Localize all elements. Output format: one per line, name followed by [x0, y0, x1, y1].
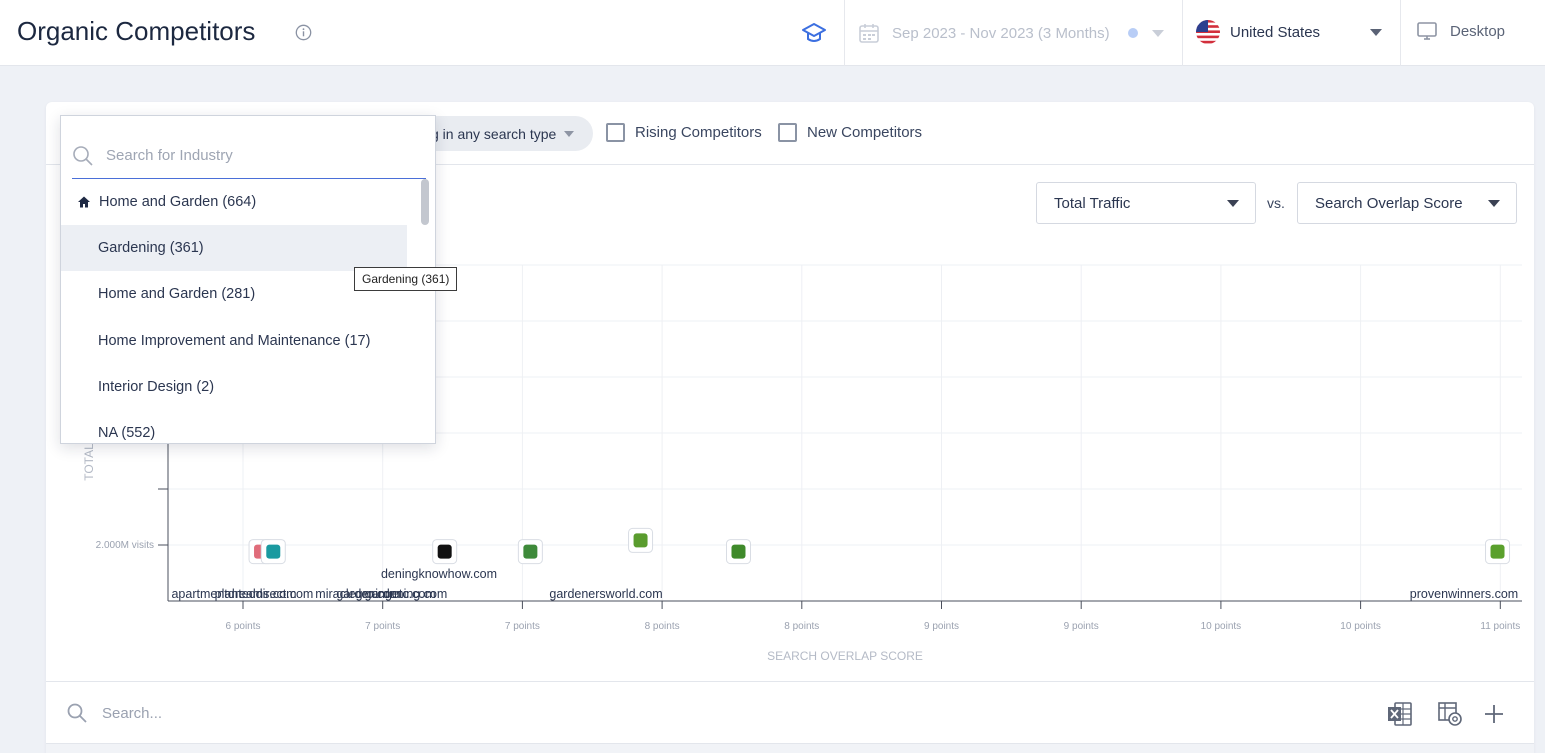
table-settings-icon[interactable]: [1436, 700, 1464, 728]
y-tick-label: 2.000M visits: [96, 540, 154, 551]
dropdown-item-home-improvement[interactable]: Home Improvement and Maintenance (17): [61, 318, 407, 364]
point-favicon: [437, 544, 452, 559]
point-favicon: [266, 544, 281, 559]
x-tick-label: 10 points: [1340, 621, 1381, 632]
chevron-down-icon: [1370, 28, 1382, 36]
industry-search-placeholder: Search for Industry: [106, 147, 233, 164]
status-dot: [1127, 28, 1138, 38]
point-label: deningknowhow.com: [381, 567, 497, 581]
x-tick-label: 10 points: [1201, 621, 1242, 632]
x-tick-label: 9 points: [1064, 621, 1099, 632]
country-label: United States: [1230, 23, 1321, 41]
dropdown-item-label: NA (552): [98, 425, 156, 441]
point-label: gardening.com: [365, 587, 448, 601]
point-label: planteddirect.com: [215, 587, 314, 601]
x-tick-label: 9 points: [924, 621, 959, 632]
x-tick-label: 7 points: [365, 621, 400, 632]
chevron-down-icon: [1151, 29, 1164, 37]
divider: [844, 0, 845, 66]
point-favicon: [523, 544, 538, 559]
point-favicon: [633, 533, 648, 548]
dropdown-item-na[interactable]: NA (552): [61, 410, 407, 443]
x-tick-label: 8 points: [784, 621, 819, 632]
x-tick-label: 11 points: [1480, 621, 1520, 632]
excel-export-icon[interactable]: [1386, 700, 1414, 728]
search-icon: [67, 703, 87, 723]
device-selector[interactable]: Desktop: [1416, 20, 1505, 42]
country-selector[interactable]: United States: [1196, 20, 1382, 44]
info-icon[interactable]: [295, 24, 312, 41]
dropdown-item-label: Home and Garden (664): [99, 194, 257, 210]
table-header: [46, 743, 1534, 753]
date-range-label: Sep 2023 - Nov 2023 (3 Months): [892, 24, 1110, 42]
desktop-icon: [1417, 22, 1437, 40]
device-label: Desktop: [1450, 22, 1506, 40]
table-search[interactable]: Search...: [66, 702, 162, 724]
dropdown-item-interior-design[interactable]: Interior Design (2): [61, 364, 407, 410]
page-title: Organic Competitors: [17, 16, 256, 46]
scrollbar-thumb[interactable]: [421, 179, 429, 225]
industry-search[interactable]: Search for Industry: [72, 133, 426, 179]
dropdown-item-gardening[interactable]: Gardening (361): [61, 225, 407, 271]
table-toolbar: Search...: [46, 681, 1534, 743]
table-search-placeholder: Search...: [102, 704, 163, 722]
point-label: provenwinners.com: [1410, 587, 1518, 601]
point-favicon: [1490, 544, 1505, 559]
tooltip: Gardening (361): [354, 267, 458, 291]
y-axis-label: TOTAL: [82, 443, 96, 481]
home-icon: [78, 196, 90, 208]
dropdown-scrollbar[interactable]: [421, 179, 429, 441]
search-icon: [73, 145, 93, 166]
add-icon[interactable]: [1480, 700, 1508, 728]
us-flag-icon: [1196, 20, 1220, 44]
dropdown-item-home-and-garden-parent[interactable]: Home and Garden (664): [61, 179, 407, 225]
calendar-icon: [859, 24, 879, 43]
dropdown-item-label: Gardening (361): [98, 240, 204, 256]
dropdown-item-label: Home Improvement and Maintenance (17): [98, 333, 371, 349]
date-range-picker[interactable]: Sep 2023 - Nov 2023 (3 Months): [858, 19, 1164, 47]
top-header: Organic Competitors Sep 2023 - Nov 2023 …: [0, 0, 1545, 66]
x-axis-label: SEARCH OVERLAP SCORE: [767, 649, 923, 663]
x-tick-label: 6 points: [225, 621, 260, 632]
point-label: gardenersworld.com: [549, 587, 662, 601]
x-tick-label: 8 points: [645, 621, 680, 632]
dropdown-item-label: Home and Garden (281): [98, 286, 256, 302]
dropdown-item-label: Interior Design (2): [98, 379, 215, 395]
point-favicon: [731, 544, 746, 559]
divider: [1182, 0, 1183, 66]
divider: [1400, 0, 1401, 66]
x-tick-label: 7 points: [505, 621, 540, 632]
academy-cap-icon[interactable]: [800, 20, 828, 46]
